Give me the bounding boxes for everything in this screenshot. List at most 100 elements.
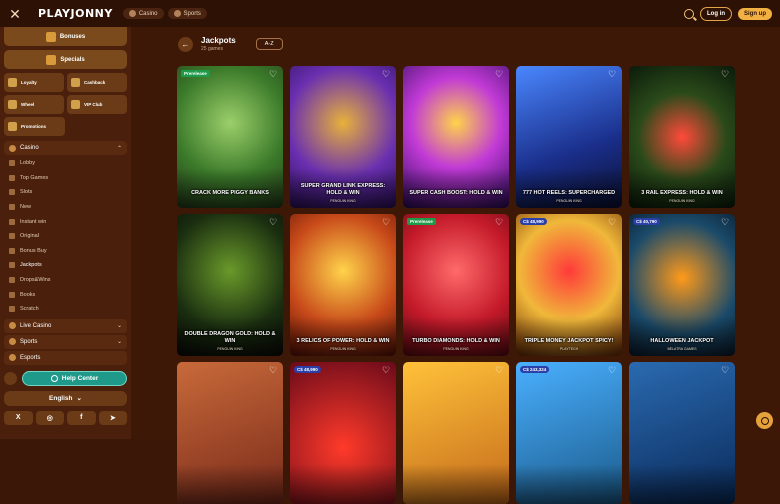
top-bar: ✕ PLAYJONNY Casino Sports Log in Sign up <box>0 0 780 27</box>
title-block: Jackpots 25 games <box>201 36 236 52</box>
esports-section[interactable]: Esports <box>4 350 127 365</box>
new-icon <box>9 204 15 211</box>
sidebar-item-top-games[interactable]: Top Games <box>4 171 127 186</box>
game-card[interactable]: Prerelease ♡ TURBO DIAMONDS: HOLD & WIN PEN… <box>403 214 509 356</box>
casino-icon <box>128 10 136 17</box>
live-casino-section[interactable]: Live Casino ⌄ <box>4 318 127 333</box>
heart-icon[interactable]: ♡ <box>608 218 617 227</box>
theme-icon[interactable] <box>4 371 17 385</box>
heart-icon[interactable]: ♡ <box>382 366 391 375</box>
game-title: SUPER CASH BOOST: HOLD & WIN <box>409 189 503 196</box>
tile-wheel[interactable]: Wheel <box>4 95 64 114</box>
heart-icon[interactable]: ♡ <box>608 366 617 375</box>
game-title: DOUBLE DRAGON GOLD: HOLD & WIN <box>184 331 276 344</box>
sports-label: Sports <box>20 338 38 345</box>
tab-sports[interactable]: Sports <box>167 8 207 19</box>
heart-icon[interactable]: ♡ <box>269 218 278 227</box>
specials-button[interactable]: Specials <box>4 50 127 69</box>
heart-icon[interactable]: ♡ <box>608 70 617 79</box>
special-tiles: Loyalty Cashback Wheel VIP Club <box>4 73 127 114</box>
heart-icon[interactable]: ♡ <box>269 70 278 79</box>
sidebar-item-scratch[interactable]: Scratch <box>4 302 127 317</box>
close-icon[interactable]: ✕ <box>8 7 22 21</box>
tile-vip-club[interactable]: VIP Club <box>67 95 127 114</box>
tile-label: VIP Club <box>84 102 103 107</box>
support-chat-button[interactable] <box>756 412 773 429</box>
esports-icon <box>9 354 16 362</box>
login-button[interactable]: Log in <box>700 6 732 21</box>
heart-icon[interactable]: ♡ <box>495 218 504 227</box>
instagram-icon[interactable]: ◎ <box>35 410 64 425</box>
jackpot-badge: C$ 243,324 <box>520 366 550 373</box>
arrow-left-icon: ← <box>181 39 190 49</box>
sort-button[interactable]: A-Z <box>255 38 283 50</box>
game-card[interactable]: Prerelease ♡ CRACK MORE PIGGY BANKS <box>177 66 283 208</box>
bonuses-button[interactable]: Bonuses <box>4 27 127 46</box>
game-card[interactable]: ♡ <box>177 362 283 504</box>
heart-icon[interactable]: ♡ <box>382 218 391 227</box>
game-card[interactable]: ♡ DOUBLE DRAGON GOLD: HOLD & WIN PENGUIN K… <box>177 214 283 356</box>
tab-casino[interactable]: Casino <box>122 8 164 19</box>
game-card[interactable]: C$ 40,790 ♡ HALLOWEEN JACKPOT BELATRA GAMES <box>629 214 735 356</box>
casino-section-header[interactable]: Casino ⌃ <box>4 141 127 155</box>
search-icon[interactable] <box>684 8 694 19</box>
sidebar-item-new[interactable]: New <box>4 200 127 215</box>
sidebar-item-drops-wins[interactable]: Drops&Wins <box>4 273 127 288</box>
chevron-down-icon: ⌄ <box>76 395 82 403</box>
game-card[interactable]: ♡ 777 HOT REELS: SUPERCHARGED PENGUIN KING <box>516 66 622 208</box>
tile-cashback[interactable]: Cashback <box>67 73 127 92</box>
game-card[interactable]: C$ 243,324 ♡ <box>516 362 622 504</box>
card-shade <box>290 464 396 504</box>
specials-icon <box>46 54 57 65</box>
heart-icon[interactable]: ♡ <box>269 366 278 375</box>
game-card[interactable]: ♡ <box>629 362 735 504</box>
x-icon[interactable]: X <box>4 410 33 425</box>
top-tabs: Casino Sports <box>122 8 207 19</box>
heart-icon[interactable]: ♡ <box>721 218 730 227</box>
game-card[interactable]: ♡ SUPER CASH BOOST: HOLD & WIN <box>403 66 509 208</box>
heart-icon[interactable]: ♡ <box>495 366 504 375</box>
heart-icon[interactable]: ♡ <box>721 70 730 79</box>
game-card[interactable]: C$ 48,990 ♡ <box>290 362 396 504</box>
original-icon <box>9 233 15 240</box>
sidebar-item-lobby[interactable]: Lobby <box>4 156 127 171</box>
top-games-icon <box>9 174 15 181</box>
game-title: TURBO DIAMONDS: HOLD & WIN <box>412 337 500 344</box>
sidebar-item-instant-win[interactable]: Instant win <box>4 214 127 229</box>
sidebar-item-label: Lobby <box>20 160 35 167</box>
bonuses-label: Bonuses <box>59 33 86 40</box>
headset-icon <box>760 416 769 425</box>
game-title: HALLOWEEN JACKPOT <box>650 337 714 344</box>
game-card[interactable]: ♡ <box>403 362 509 504</box>
help-center-button[interactable]: Help Center <box>22 370 127 386</box>
sidebar-item-books[interactable]: Books <box>4 287 127 302</box>
sports-section[interactable]: Sports ⌄ <box>4 334 127 349</box>
sidebar-item-bonus-buy[interactable]: Bonus Buy <box>4 244 127 259</box>
logo[interactable]: PLAYJONNY <box>38 7 113 20</box>
game-card[interactable]: ♡ SUPER GRAND LINK EXPRESS: HOLD & WIN PEN… <box>290 66 396 208</box>
telegram-icon[interactable]: ➤ <box>98 410 127 425</box>
sidebar-item-label: Jackpots <box>20 262 42 269</box>
game-card[interactable]: ♡ 3 RELICS OF POWER: HOLD & WIN PENGUIN KI… <box>290 214 396 356</box>
sidebar-item-label: Drops&Wins <box>20 277 51 284</box>
tile-loyalty[interactable]: Loyalty <box>4 73 64 92</box>
facebook-icon[interactable]: f <box>67 410 96 425</box>
sidebar-item-slots[interactable]: Slots <box>4 185 127 200</box>
heart-icon[interactable]: ♡ <box>382 70 391 79</box>
signup-button[interactable]: Sign up <box>738 7 772 20</box>
language-select[interactable]: English ⌄ <box>4 390 127 406</box>
game-card[interactable]: C$ 48,990 ♡ TRIPLE MONEY JACKPOT SPICY! PLA… <box>516 214 622 356</box>
live-casino-icon <box>9 322 16 330</box>
card-shade <box>516 464 622 504</box>
help-icon <box>50 374 58 382</box>
heart-icon[interactable]: ♡ <box>721 366 730 375</box>
heart-icon[interactable]: ♡ <box>495 70 504 79</box>
tile-promotions[interactable]: Promotions <box>4 117 65 136</box>
sidebar-item-jackpots[interactable]: Jackpots <box>4 258 127 273</box>
sidebar-item-label: Scratch <box>20 306 39 313</box>
casino-icon <box>9 144 16 152</box>
page-subtitle: 25 games <box>201 46 223 52</box>
back-button[interactable]: ← <box>178 36 193 52</box>
sidebar-item-original[interactable]: Original <box>4 229 127 244</box>
game-card[interactable]: ♡ 3 RAIL EXPRESS: HOLD & WIN PENGUIN KING <box>629 66 735 208</box>
